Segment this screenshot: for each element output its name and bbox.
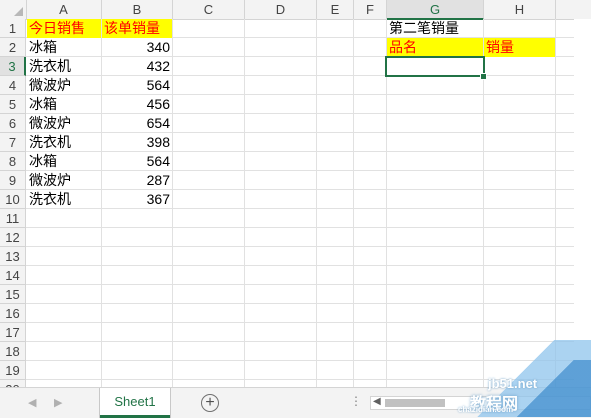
row-header-3[interactable]: 3 [0,57,26,76]
cell-b8[interactable]: 564 [102,152,172,171]
scroll-tabs-left-icon[interactable]: ◀ [28,396,36,409]
cell-a5[interactable]: 冰箱 [27,95,101,114]
cell-a8[interactable]: 冰箱 [27,152,101,171]
grid-line [26,246,591,247]
column-header-g[interactable]: G [387,0,484,20]
row-header-11[interactable]: 11 [0,209,26,228]
cell-b1[interactable]: 该单销量 [102,19,172,38]
cell-a3[interactable]: 洗衣机 [27,57,101,76]
add-sheet-icon[interactable]: + [201,394,219,412]
scrollbar-thumb[interactable] [385,399,445,407]
select-all-corner[interactable] [0,0,27,19]
row-header-13[interactable]: 13 [0,247,26,266]
cell-b10[interactable]: 367 [102,190,172,209]
cell-h2[interactable]: 销量 [484,38,555,57]
column-header-e[interactable]: E [317,0,354,19]
row-header-6[interactable]: 6 [0,114,26,133]
column-header-c[interactable]: C [173,0,245,19]
row-header-1[interactable]: 1 [0,19,26,38]
grid-line [26,265,591,266]
cell-b6[interactable]: 654 [102,114,172,133]
column-header-d[interactable]: D [245,0,317,19]
cell-a2[interactable]: 冰箱 [27,38,101,57]
grid-line [26,227,591,228]
scroll-tabs-right-icon[interactable]: ▶ [54,396,62,409]
column-header-f[interactable]: F [354,0,387,19]
row-header-8[interactable]: 8 [0,152,26,171]
row-header-10[interactable]: 10 [0,190,26,209]
grid-line [26,322,591,323]
row-header-20[interactable]: 20 [0,380,26,387]
cell-b5[interactable]: 456 [102,95,172,114]
row-header-16[interactable]: 16 [0,304,26,323]
column-header-a[interactable]: A [26,0,102,19]
cell-a1[interactable]: 今日销售 [27,19,101,38]
vertical-scrollbar[interactable] [574,19,591,387]
cell-a7[interactable]: 洗衣机 [27,133,101,152]
column-header-b[interactable]: B [102,0,173,19]
row-header-9[interactable]: 9 [0,171,26,190]
cell-b3[interactable]: 432 [102,57,172,76]
row-header-19[interactable]: 19 [0,361,26,380]
select-all-triangle-icon [14,7,23,16]
cell-a6[interactable]: 微波炉 [27,114,101,133]
cell-a10[interactable]: 洗衣机 [27,190,101,209]
row-header-7[interactable]: 7 [0,133,26,152]
row-header-5[interactable]: 5 [0,95,26,114]
scroll-left-icon[interactable]: ◀ [373,396,381,407]
row-header-12[interactable]: 12 [0,228,26,247]
cell-b4[interactable]: 564 [102,76,172,95]
cell-b7[interactable]: 398 [102,133,172,152]
grid-line [26,284,591,285]
active-cell-g3[interactable] [385,56,485,77]
row-header-2[interactable]: 2 [0,38,26,57]
cell-a4[interactable]: 微波炉 [27,76,101,95]
more-options-icon[interactable]: ⋮ [350,394,363,408]
sheet-tab-sheet1[interactable]: Sheet1 [100,388,170,418]
watermark-url: chazidian.com [458,405,514,414]
row-header-18[interactable]: 18 [0,342,26,361]
cell-b2[interactable]: 340 [102,38,172,57]
column-header-h[interactable]: H [484,0,556,19]
cell-a9[interactable]: 微波炉 [27,171,101,190]
fill-handle[interactable] [480,73,487,80]
grid-line [26,303,591,304]
watermark-site: jb51.net [488,376,538,391]
row-header-15[interactable]: 15 [0,285,26,304]
spreadsheet-grid[interactable]: A B C D E F G H 1 2 3 4 5 6 7 8 9 10 11 … [0,0,591,387]
cell-b9[interactable]: 287 [102,171,172,190]
row-header-4[interactable]: 4 [0,76,26,95]
row-header-17[interactable]: 17 [0,323,26,342]
cell-g2[interactable]: 品名 [387,38,483,57]
row-header-14[interactable]: 14 [0,266,26,285]
cell-g1[interactable]: 第二笔销量 [387,19,483,38]
